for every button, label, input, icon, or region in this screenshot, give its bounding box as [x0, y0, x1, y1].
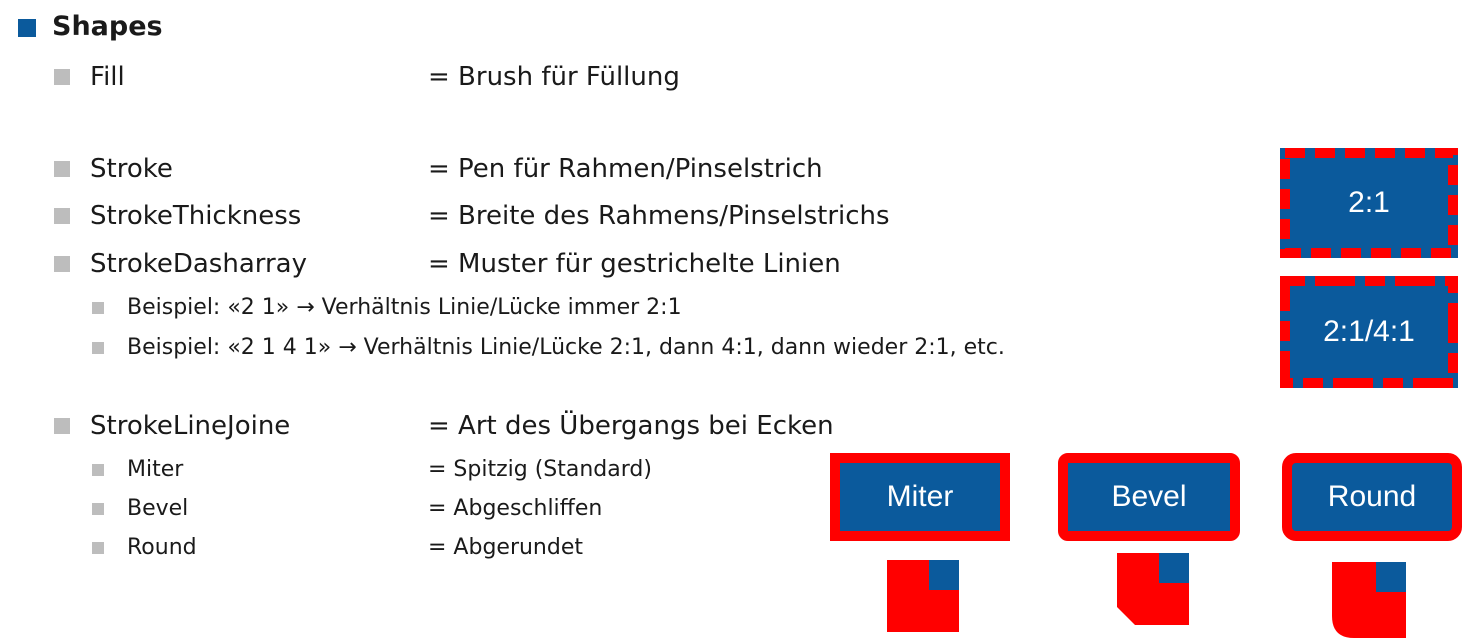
- property-name-stroke: Stroke: [90, 154, 173, 184]
- join-name-miter: Miter: [127, 457, 184, 482]
- sub-bullet: [92, 464, 104, 476]
- sub-bullet: [92, 302, 104, 314]
- join-desc-round: = Abgerundet: [428, 535, 583, 560]
- property-desc-strokelinejoine: = Art des Übergangs bei Ecken: [428, 411, 834, 441]
- join-name-round: Round: [127, 535, 197, 560]
- dash-box-label: 2:1: [1348, 186, 1390, 219]
- sub-bullet: [92, 542, 104, 554]
- bullet: [54, 69, 70, 85]
- bullet: [54, 161, 70, 177]
- bullet: [54, 418, 70, 434]
- miter-corner-icon: [887, 560, 959, 632]
- join-box-round: Round: [1282, 453, 1462, 541]
- sub-bullet: [92, 342, 104, 354]
- round-corner-icon: [1332, 562, 1406, 638]
- join-desc-bevel: = Abgeschliffen: [428, 496, 603, 521]
- property-name-strokedasharray: StrokeDasharray: [90, 249, 308, 279]
- property-name-strokethickness: StrokeThickness: [90, 201, 302, 231]
- property-name-fill: Fill: [90, 62, 125, 92]
- dash-example-1: Beispiel: «2 1» → Verhältnis Linie/Lücke…: [127, 295, 682, 320]
- property-desc-strokethickness: = Breite des Rahmens/Pinselstrichs: [428, 201, 890, 231]
- join-box-bevel: Bevel: [1058, 453, 1240, 541]
- bullet: [54, 208, 70, 224]
- join-name-bevel: Bevel: [127, 496, 189, 521]
- property-desc-strokedasharray: = Muster für gestrichelte Linien: [428, 249, 841, 279]
- dash-box-2-1-4-1: 2:1/4:1: [1280, 276, 1458, 388]
- bevel-corner-icon: [1117, 553, 1189, 625]
- dash-box-2-1: 2:1: [1280, 148, 1458, 258]
- property-desc-fill: = Brush für Füllung: [428, 62, 680, 92]
- dash-example-2: Beispiel: «2 1 4 1» → Verhältnis Linie/L…: [127, 335, 1005, 360]
- bullet: [54, 256, 70, 272]
- join-box-miter: Miter: [830, 453, 1010, 541]
- property-desc-stroke: = Pen für Rahmen/Pinselstrich: [428, 154, 823, 184]
- heading-bullet: [18, 19, 36, 37]
- property-name-strokelinejoine: StrokeLineJoine: [90, 411, 291, 441]
- sub-bullet: [92, 503, 104, 515]
- dash-box-label: 2:1/4:1: [1323, 315, 1415, 348]
- join-desc-miter: = Spitzig (Standard): [428, 457, 652, 482]
- page-title: Shapes: [52, 11, 163, 42]
